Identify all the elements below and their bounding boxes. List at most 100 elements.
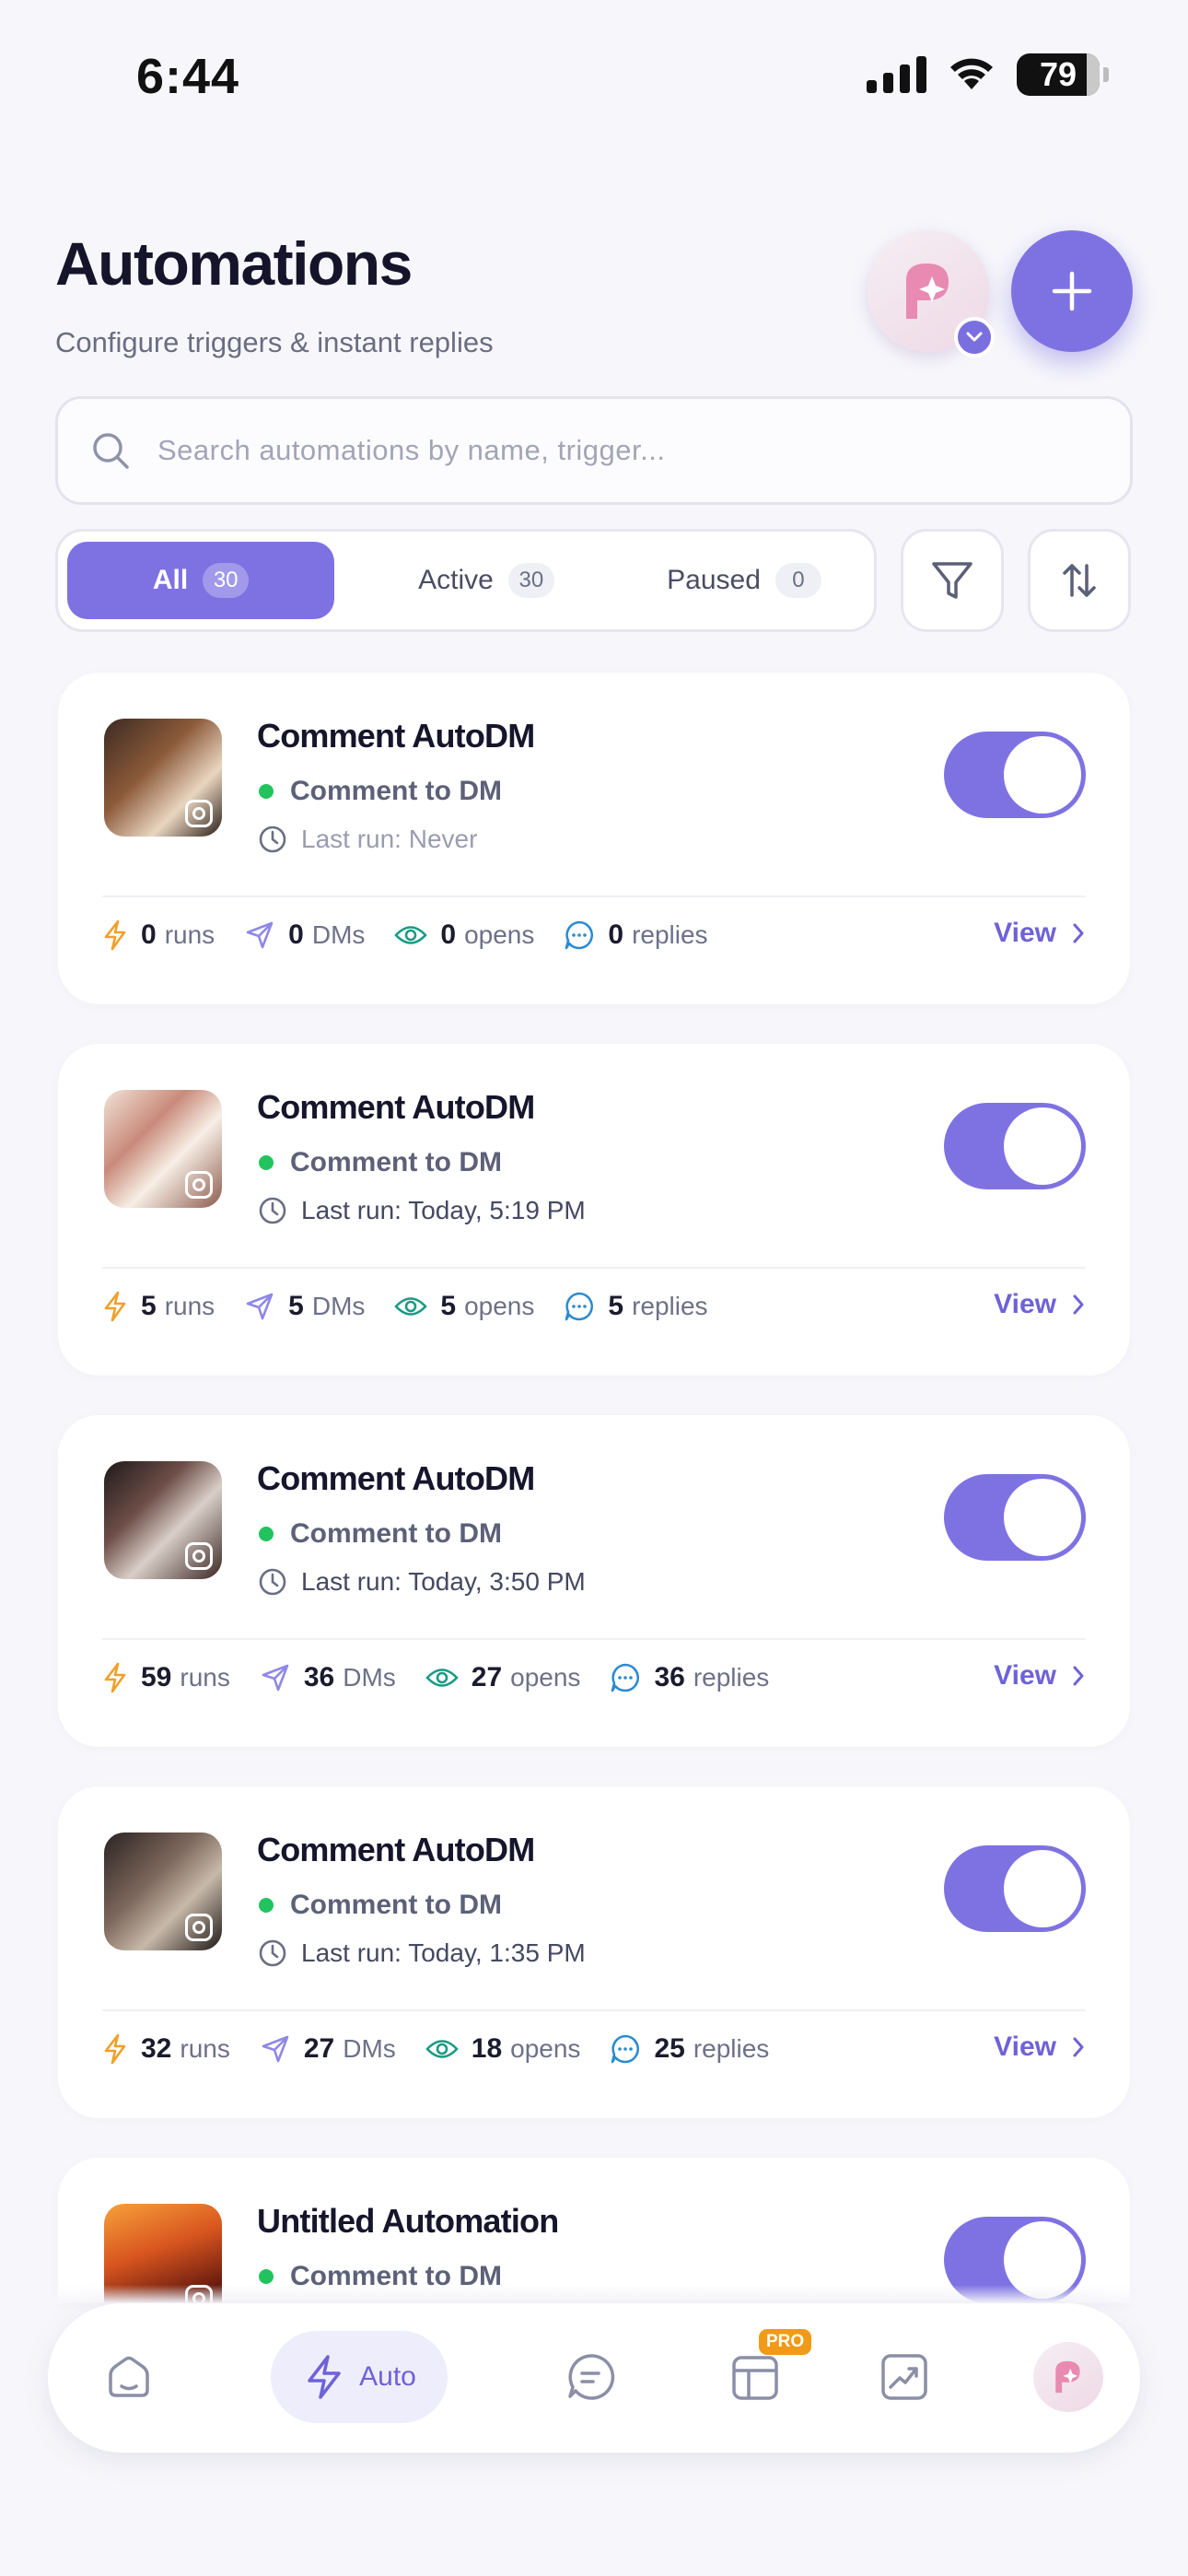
- view-automation-link[interactable]: View: [994, 918, 1086, 949]
- automation-card[interactable]: Comment AutoDM Comment to DM Last run: N…: [58, 673, 1130, 1004]
- view-automation-link[interactable]: View: [994, 2032, 1086, 2063]
- nav-analytics[interactable]: [858, 2331, 950, 2423]
- divider: [102, 1267, 1086, 1269]
- add-automation-button[interactable]: [1011, 230, 1133, 352]
- bolt-icon: [104, 919, 126, 951]
- clock-icon: [259, 1197, 286, 1224]
- stats-row: 59 runs 36 DMs 27 opens 36 replies: [102, 1662, 798, 1693]
- post-thumbnail: [104, 1461, 222, 1579]
- send-icon: [246, 1293, 274, 1320]
- active-status-dot: [259, 2269, 274, 2284]
- tab-label: Paused: [667, 565, 761, 595]
- reply-bubble-icon: [565, 920, 594, 950]
- instagram-icon: [185, 800, 213, 827]
- clock-icon: [259, 1939, 286, 1967]
- status-bar: 6:44 79: [0, 0, 1188, 157]
- stats-row: 0 runs 0 DMs 0 opens 0 replies: [102, 919, 738, 951]
- tab-all[interactable]: All 30: [67, 542, 334, 619]
- status-filter-tabs: All 30 Active 30 Paused 0: [55, 529, 877, 632]
- status-icons: 79: [867, 53, 1109, 96]
- eye-icon: [425, 1669, 459, 1687]
- reply-bubble-icon: [611, 2034, 640, 2064]
- trigger-label: Comment to DM: [290, 1518, 502, 1549]
- trigger-label: Comment to DM: [290, 776, 502, 806]
- stats-row: 5 runs 5 DMs 5 opens 5 replies: [102, 1291, 738, 1322]
- nav-profile[interactable]: [1024, 2331, 1112, 2423]
- chevron-right-icon: [1073, 1294, 1084, 1315]
- send-icon: [246, 921, 274, 949]
- stat-replies: 0 replies: [564, 919, 708, 951]
- search-input[interactable]: [157, 434, 1078, 467]
- page-subtitle: Configure triggers & instant replies: [55, 326, 494, 358]
- stat-opens: 0 opens: [394, 919, 534, 951]
- active-status-dot: [259, 1898, 274, 1913]
- filter-button[interactable]: [901, 529, 1004, 632]
- eye-icon: [394, 1297, 428, 1316]
- chart-icon: [881, 2354, 927, 2400]
- automation-toggle[interactable]: [944, 1845, 1086, 1932]
- automation-toggle[interactable]: [944, 1474, 1086, 1561]
- divider: [102, 896, 1086, 897]
- chevron-right-icon: [1073, 1666, 1084, 1686]
- send-icon: [262, 2035, 289, 2063]
- battery-level: 79: [1039, 55, 1077, 93]
- stat-opens: 27 opens: [425, 1662, 580, 1693]
- last-run-text: Last run: Never: [301, 825, 478, 853]
- account-switcher-button[interactable]: [868, 230, 995, 357]
- nav-home[interactable]: [83, 2331, 175, 2423]
- stat-dms: 5 DMs: [244, 1291, 365, 1322]
- stat-runs: 5 runs: [102, 1291, 215, 1322]
- automation-card[interactable]: Untitled Automation Comment to DM: [58, 2158, 1130, 2303]
- automation-title: Comment AutoDM: [257, 717, 535, 755]
- tab-label: All: [152, 565, 189, 595]
- last-run-row: Last run: Today, 1:35 PM: [257, 1938, 586, 1969]
- avatar: [1033, 2342, 1103, 2412]
- automation-title: Comment AutoDM: [257, 1459, 535, 1497]
- brand-logo-icon: [1055, 2360, 1080, 2394]
- last-run-text: Last run: Today, 1:35 PM: [301, 1938, 586, 1967]
- home-icon: [109, 2356, 149, 2397]
- stat-dms: 27 DMs: [260, 2033, 396, 2065]
- trigger-label: Comment to DM: [290, 1890, 502, 1920]
- nav-messages[interactable]: [545, 2331, 637, 2423]
- tab-label: Active: [418, 565, 494, 595]
- post-thumbnail: [104, 1832, 222, 1950]
- stat-dms: 36 DMs: [260, 1662, 396, 1693]
- pro-badge: PRO: [759, 2329, 812, 2355]
- tab-paused[interactable]: Paused 0: [620, 542, 868, 619]
- view-automation-link[interactable]: View: [994, 1289, 1086, 1320]
- tab-count-badge: 0: [775, 563, 821, 598]
- stat-opens: 18 opens: [425, 2033, 580, 2065]
- trigger-row: Comment to DM: [259, 1147, 502, 1178]
- post-thumbnail: [104, 719, 222, 837]
- nav-templates[interactable]: PRO: [700, 2329, 812, 2423]
- sort-button[interactable]: [1028, 529, 1131, 632]
- search-icon: [87, 427, 134, 474]
- search-bar[interactable]: [55, 396, 1133, 505]
- plus-icon: [1052, 271, 1092, 311]
- trigger-row: Comment to DM: [259, 776, 502, 807]
- bolt-icon: [104, 1662, 126, 1693]
- chat-icon: [568, 2354, 615, 2400]
- post-thumbnail: [104, 1090, 222, 1208]
- stat-opens: 5 opens: [394, 1291, 534, 1322]
- automation-card[interactable]: Comment AutoDM Comment to DM Last run: T…: [58, 1415, 1130, 1747]
- tab-active[interactable]: Active 30: [362, 542, 611, 619]
- eye-icon: [425, 2040, 459, 2058]
- view-automation-link[interactable]: View: [994, 1660, 1086, 1692]
- automation-toggle[interactable]: [944, 1103, 1086, 1189]
- nav-automations[interactable]: Auto: [271, 2331, 448, 2423]
- automation-title: Comment AutoDM: [257, 1088, 535, 1126]
- stat-replies: 5 replies: [564, 1291, 708, 1322]
- automation-card[interactable]: Comment AutoDM Comment to DM Last run: T…: [58, 1044, 1130, 1376]
- reply-bubble-icon: [611, 1663, 640, 1692]
- automation-card[interactable]: Comment AutoDM Comment to DM Last run: T…: [58, 1786, 1130, 2118]
- status-time: 6:44: [136, 49, 240, 104]
- stat-runs: 32 runs: [102, 2033, 230, 2065]
- automation-title: Untitled Automation: [257, 2202, 559, 2240]
- automation-title: Comment AutoDM: [257, 1831, 535, 1868]
- last-run-row: Last run: Today, 5:19 PM: [257, 1195, 586, 1226]
- last-run-text: Last run: Today, 5:19 PM: [301, 1196, 586, 1224]
- automation-toggle[interactable]: [944, 732, 1086, 818]
- sort-icon: [1063, 564, 1096, 597]
